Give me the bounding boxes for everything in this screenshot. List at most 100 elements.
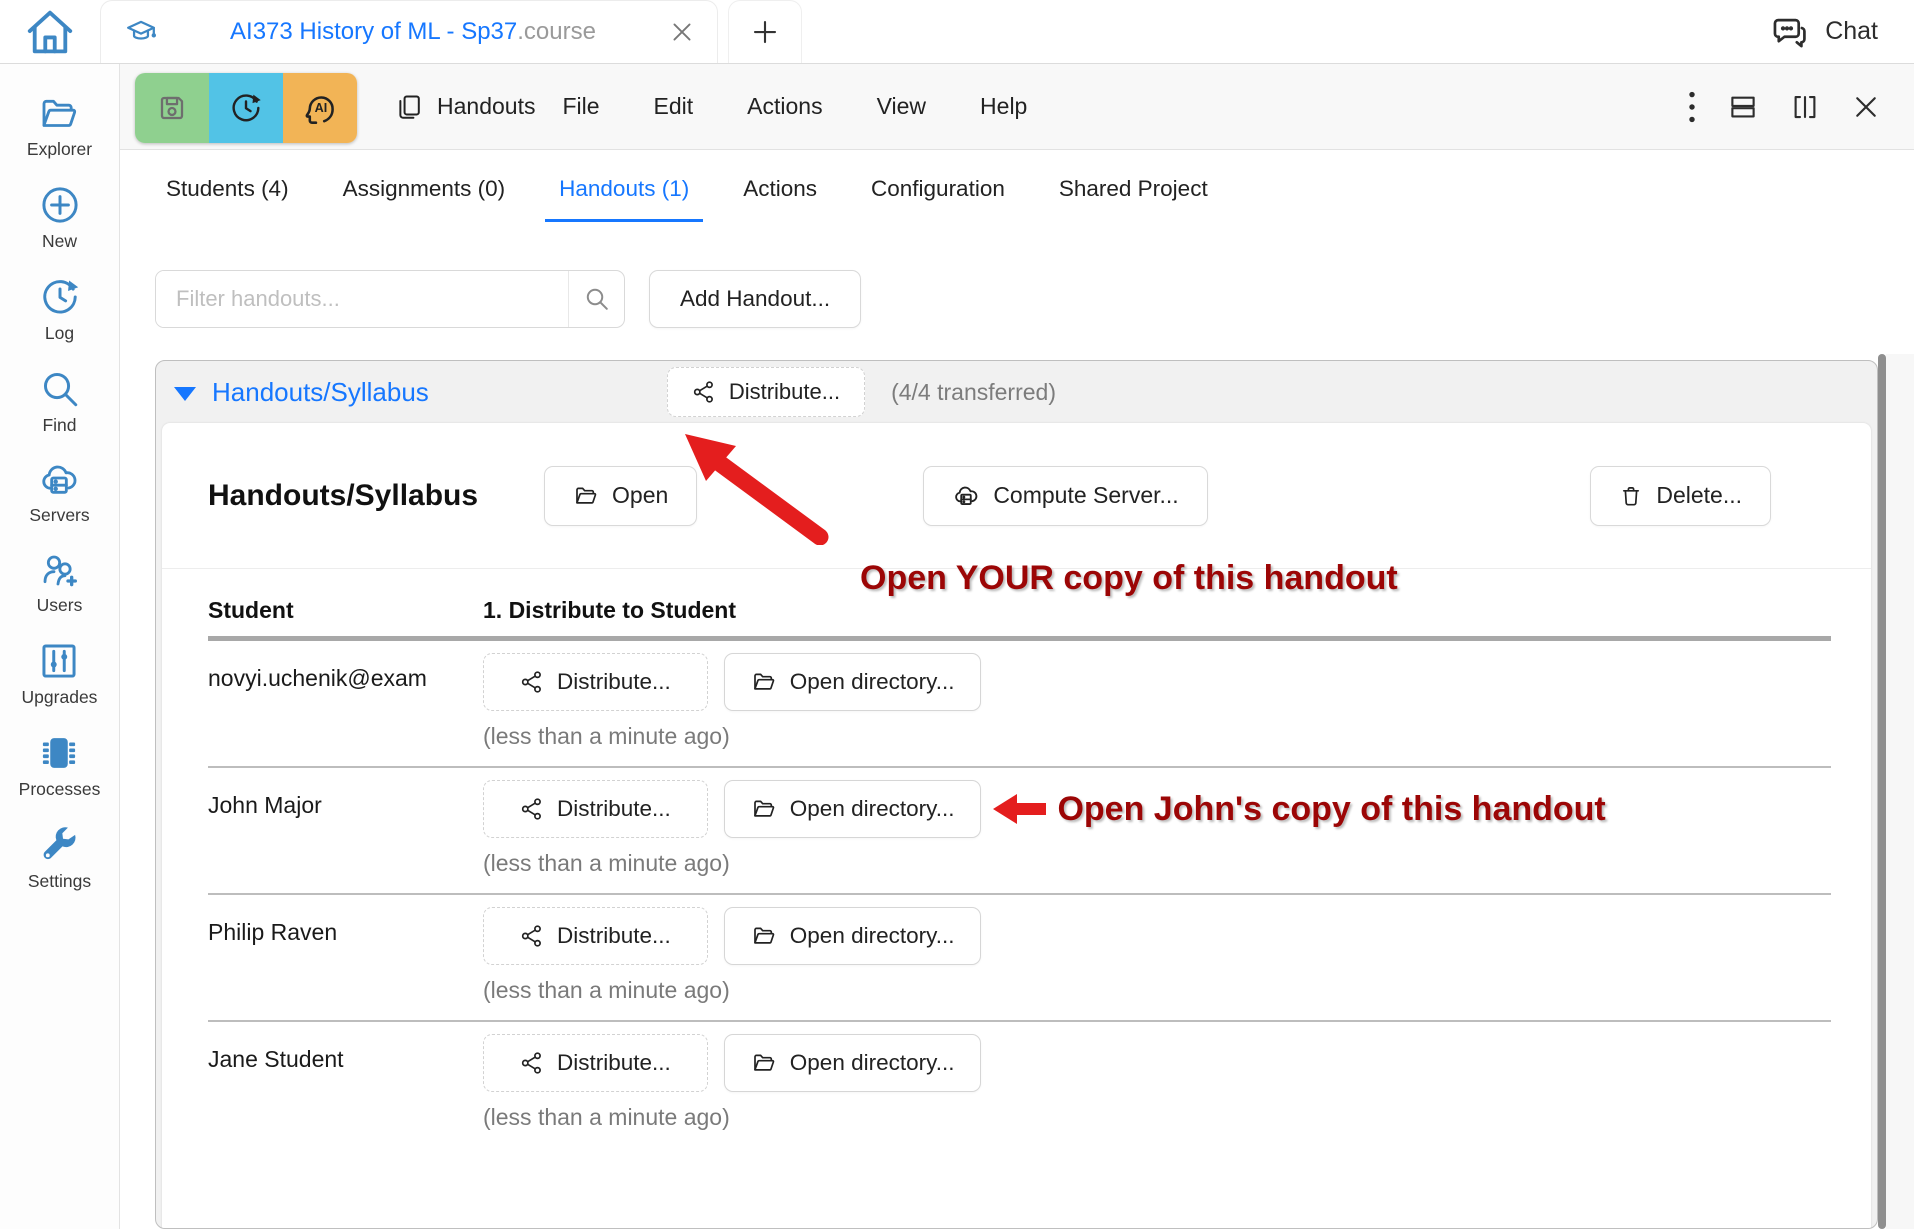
menu-actions[interactable]: Actions [720, 93, 849, 120]
sliders-icon [38, 640, 80, 682]
distribute-button[interactable]: Distribute... [483, 780, 708, 838]
delete-handout-button[interactable]: Delete... [1590, 466, 1771, 526]
handout-card-header: Handouts/Syllabus Distribute... (4/4 tra… [156, 361, 1877, 423]
open-directory-button[interactable]: Open directory... [724, 780, 982, 838]
column-student: Student [208, 597, 483, 624]
distribute-button[interactable]: Distribute... [483, 907, 708, 965]
timetravel-button[interactable] [209, 73, 283, 143]
share-icon [520, 797, 544, 821]
trash-icon [1619, 484, 1643, 508]
share-icon [692, 380, 716, 404]
distribute-all-button[interactable]: Distribute... [667, 367, 865, 417]
transferred-status: (4/4 transferred) [891, 379, 1056, 406]
plus-circle-icon [39, 184, 81, 226]
sidebar-item-users[interactable]: Users [37, 550, 83, 616]
sidebar-item-explorer[interactable]: Explorer [27, 94, 92, 160]
menu-help[interactable]: Help [953, 93, 1054, 120]
menu-edit[interactable]: Edit [627, 93, 721, 120]
caret-down-icon[interactable] [174, 387, 196, 401]
table-row: Philip Raven Distribute... [208, 895, 1831, 1022]
clock-history-icon [39, 276, 81, 318]
save-button[interactable] [135, 73, 209, 143]
search-icon [39, 368, 81, 410]
tab-assignments[interactable]: Assignments (0) [329, 150, 520, 228]
tab-actions[interactable]: Actions [729, 150, 831, 228]
content-area: AI Handouts File Edit Actions View Help [120, 64, 1914, 1229]
users-add-icon [37, 550, 81, 590]
tab-handouts[interactable]: Handouts (1) [545, 150, 703, 228]
handouts-toolbar: Add Handout... [155, 270, 1914, 328]
menu-view[interactable]: View [850, 93, 953, 120]
table-row: John Major Distribute... [208, 768, 1831, 895]
column-distribute: 1. Distribute to Student [483, 597, 736, 624]
handout-panel: Handouts/Syllabus Open [162, 423, 1871, 1228]
sidebar-item-settings[interactable]: Settings [28, 824, 91, 892]
close-editor-icon[interactable] [1836, 92, 1896, 122]
annotation-johns-copy: Open John's copy of this handout [991, 790, 1605, 829]
table-row: novyi.uchenik@exam Distribute... [208, 641, 1831, 768]
folder-open-icon [751, 1051, 777, 1075]
handout-panel-header: Handouts/Syllabus Open [162, 423, 1871, 569]
editor-menubar: AI Handouts File Edit Actions View Help [120, 64, 1914, 150]
share-icon [520, 924, 544, 948]
split-row-icon[interactable] [1712, 92, 1774, 122]
kebab-menu-icon[interactable] [1672, 90, 1712, 124]
compute-server-button[interactable]: Compute Server... [923, 466, 1207, 526]
open-directory-button[interactable]: Open directory... [724, 907, 982, 965]
new-tab-button[interactable] [728, 0, 802, 63]
sidebar-item-log[interactable]: Log [39, 276, 81, 344]
open-directory-button[interactable]: Open directory... [724, 1034, 982, 1092]
home-icon [23, 5, 77, 59]
tab-configuration[interactable]: Configuration [857, 150, 1019, 228]
folder-open-icon [751, 924, 777, 948]
right-gutter [1886, 354, 1914, 1229]
chat-icon [1771, 13, 1809, 51]
filter-handouts-input[interactable] [156, 271, 568, 327]
tab-students[interactable]: Students (4) [152, 150, 303, 228]
open-handout-button[interactable]: Open [544, 466, 697, 526]
table-row: Jane Student Distribute... [208, 1022, 1831, 1147]
home-button[interactable] [0, 0, 100, 63]
menu-file[interactable]: File [535, 93, 626, 120]
close-icon[interactable] [669, 19, 695, 45]
chat-button[interactable]: Chat [1771, 0, 1914, 63]
sidebar-item-upgrades[interactable]: Upgrades [22, 640, 98, 708]
sidebar-item-new[interactable]: New [39, 184, 81, 252]
handout-link[interactable]: Handouts/Syllabus [212, 377, 429, 408]
tab-title: AI373 History of ML - Sp37.course [175, 18, 651, 46]
sidebar-item-find[interactable]: Find [39, 368, 81, 436]
search-icon[interactable] [568, 271, 624, 327]
ai-assistant-button[interactable]: AI [283, 73, 357, 143]
annotation-text: Open John's copy of this handout [1057, 790, 1605, 829]
table-header: Student 1. Distribute to Student [208, 597, 1831, 624]
split-col-icon[interactable] [1774, 92, 1836, 122]
student-name: novyi.uchenik@exam [208, 653, 483, 750]
left-sidebar: Explorer New Log [0, 64, 120, 1229]
open-directory-button[interactable]: Open directory... [724, 653, 982, 711]
student-name: Jane Student [208, 1034, 483, 1131]
sidebar-label: Find [42, 415, 76, 436]
vertical-scrollbar[interactable] [1878, 354, 1886, 1229]
graduation-cap-icon [125, 16, 157, 48]
file-tab-course[interactable]: AI373 History of ML - Sp37.course [100, 0, 718, 63]
cloud-server-icon [36, 460, 82, 500]
sidebar-label: Users [37, 595, 83, 616]
distribute-button[interactable]: Distribute... [483, 1034, 708, 1092]
quick-actions-group: AI [135, 73, 357, 143]
plus-icon [750, 17, 780, 47]
add-handout-button[interactable]: Add Handout... [649, 270, 861, 328]
folder-open-icon [751, 670, 777, 694]
sidebar-label: Settings [28, 871, 91, 892]
distribute-button[interactable]: Distribute... [483, 653, 708, 711]
svg-text:AI: AI [315, 100, 328, 114]
filter-box [155, 270, 625, 328]
red-arrow-icon [991, 790, 1047, 828]
distribution-table: Student 1. Distribute to Student novyi.u… [162, 569, 1871, 1147]
tab-shared-project[interactable]: Shared Project [1045, 150, 1222, 228]
sidebar-label: New [42, 231, 77, 252]
sidebar-item-servers[interactable]: Servers [29, 460, 89, 526]
sidebar-label: Explorer [27, 139, 92, 160]
wrench-icon [38, 824, 80, 866]
sidebar-item-processes[interactable]: Processes [19, 732, 101, 800]
copy-icon [395, 93, 423, 121]
